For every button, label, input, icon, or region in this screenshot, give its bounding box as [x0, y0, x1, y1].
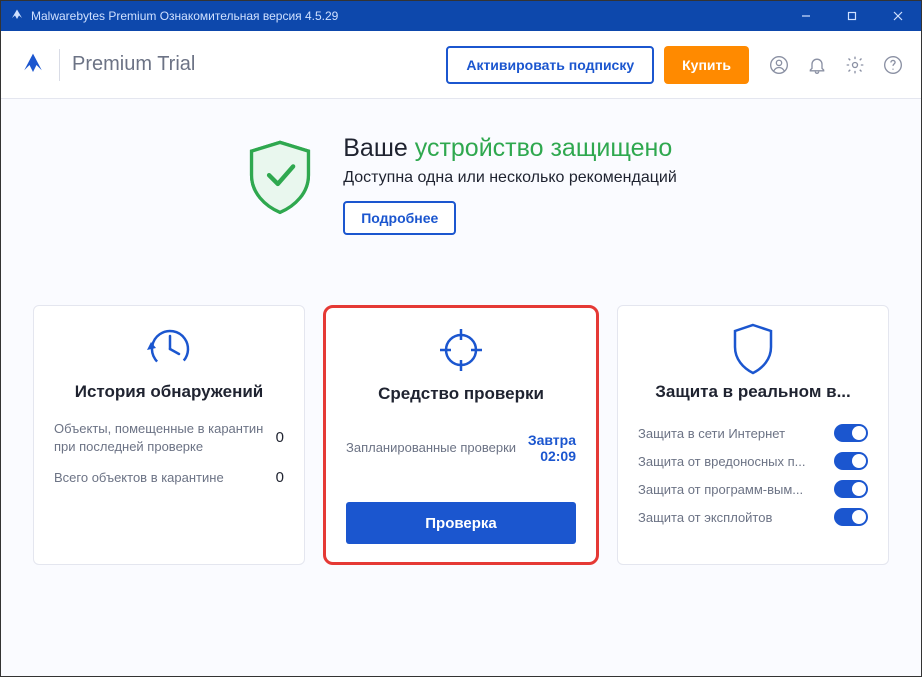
- brand-text: Premium Trial: [72, 53, 195, 76]
- stat-value: 0: [276, 429, 284, 446]
- bell-icon[interactable]: [807, 55, 827, 75]
- rtp-label: Защита в сети Интернет: [638, 426, 795, 441]
- minimize-button[interactable]: [783, 1, 829, 31]
- rtp-row-malware: Защита от вредоносных п...: [638, 452, 868, 470]
- close-button[interactable]: [875, 1, 921, 31]
- brand: Premium Trial: [19, 49, 195, 81]
- rtp-label: Защита от вредоносных п...: [638, 454, 816, 469]
- card-scanner[interactable]: Средство проверки Запланированные провер…: [323, 305, 599, 565]
- scheduled-scan-day: Завтра: [528, 432, 576, 448]
- history-icon: [54, 322, 284, 378]
- stat-label: Объекты, помещенные в карантин при после…: [54, 420, 276, 455]
- card-scanner-title: Средство проверки: [346, 384, 576, 404]
- maximize-button[interactable]: [829, 1, 875, 31]
- status-block: Ваше устройство защищено Доступна одна и…: [25, 134, 897, 235]
- stat-value: 0: [276, 469, 284, 486]
- status-title-prefix: Ваше: [343, 134, 414, 162]
- shield-check-icon: [245, 138, 315, 216]
- toggle-ransomware-protection[interactable]: [834, 480, 868, 498]
- details-button[interactable]: Подробнее: [343, 201, 456, 235]
- buy-button[interactable]: Купить: [664, 46, 749, 84]
- toggle-web-protection[interactable]: [834, 424, 868, 442]
- scheduled-scan-time: 02:09: [528, 448, 576, 464]
- rtp-label: Защита от эксплойтов: [638, 510, 782, 525]
- header: Premium Trial Активировать подписку Купи…: [1, 31, 921, 99]
- status-title: Ваше устройство защищено: [343, 134, 677, 163]
- brand-separator: [59, 49, 60, 81]
- crosshair-icon: [346, 324, 576, 380]
- gear-icon[interactable]: [845, 55, 865, 75]
- card-rtp-title: Защита в реальном в...: [638, 382, 868, 402]
- stat-last-quarantine: Объекты, помещенные в карантин при после…: [54, 420, 284, 455]
- card-history[interactable]: История обнаружений Объекты, помещенные …: [33, 305, 305, 565]
- titlebar-title: Malwarebytes Premium Ознакомительная вер…: [31, 9, 783, 23]
- cards-row: История обнаружений Объекты, помещенные …: [25, 305, 897, 565]
- shield-outline-icon: [638, 322, 868, 378]
- status-title-protected: устройство защищено: [415, 134, 673, 162]
- titlebar: Malwarebytes Premium Ознакомительная вер…: [1, 1, 921, 31]
- scan-button[interactable]: Проверка: [346, 502, 576, 544]
- stat-label: Всего объектов в карантине: [54, 469, 234, 487]
- stat-total-quarantine: Всего объектов в карантине 0: [54, 469, 284, 487]
- status-subtitle: Доступна одна или несколько рекомендаций: [343, 169, 677, 187]
- card-history-title: История обнаружений: [54, 382, 284, 402]
- content: Ваше устройство защищено Доступна одна и…: [1, 99, 921, 676]
- card-rtp[interactable]: Защита в реальном в... Защита в сети Инт…: [617, 305, 889, 565]
- help-icon[interactable]: [883, 55, 903, 75]
- rtp-label: Защита от программ-вым...: [638, 482, 813, 497]
- toggle-malware-protection[interactable]: [834, 452, 868, 470]
- app-icon: [9, 8, 25, 24]
- scheduled-scan-row: Запланированные проверки Завтра 02:09: [346, 432, 576, 464]
- activate-subscription-button[interactable]: Активировать подписку: [446, 46, 654, 84]
- account-icon[interactable]: [769, 55, 789, 75]
- rtp-row-ransomware: Защита от программ-вым...: [638, 480, 868, 498]
- scheduled-scan-value: Завтра 02:09: [528, 432, 576, 464]
- toggle-exploit-protection[interactable]: [834, 508, 868, 526]
- scheduled-scan-label: Запланированные проверки: [346, 439, 516, 457]
- rtp-row-web: Защита в сети Интернет: [638, 424, 868, 442]
- rtp-row-exploit: Защита от эксплойтов: [638, 508, 868, 526]
- brand-logo-icon: [19, 51, 47, 79]
